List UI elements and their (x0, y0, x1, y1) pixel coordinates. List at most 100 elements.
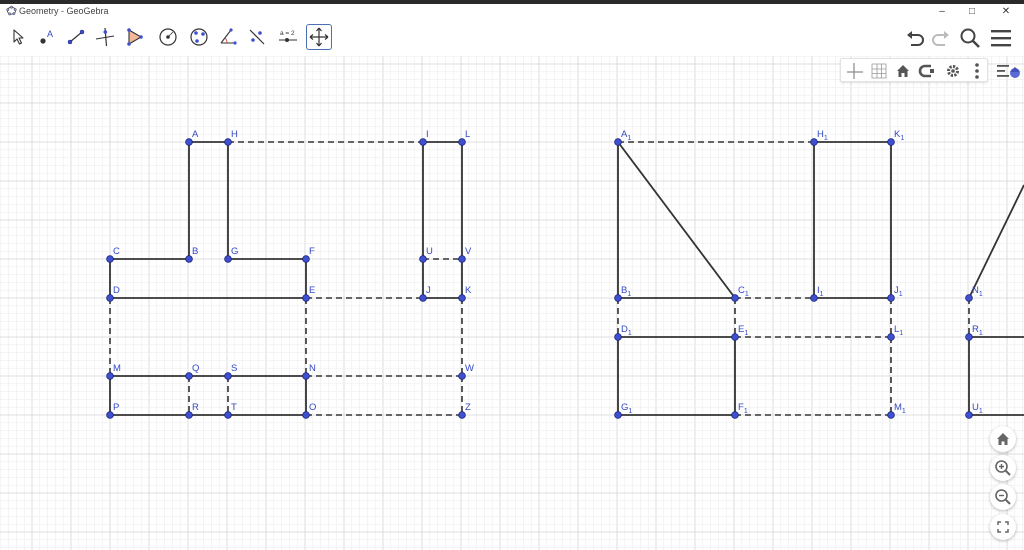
standard-view-button[interactable] (893, 61, 913, 81)
zoom-out-button[interactable] (990, 484, 1016, 510)
point-label-H1: H1 (817, 129, 828, 142)
perpendicular-line-tool-button[interactable] (92, 24, 118, 50)
fullscreen-icon (997, 521, 1009, 533)
axes-icon (847, 63, 863, 79)
toggle-style-bar-button[interactable] (994, 60, 1022, 82)
segment-N1-offscreen[interactable] (968, 184, 1024, 299)
toggle-grid-button[interactable] (869, 61, 889, 81)
minimize-button[interactable]: – (930, 5, 954, 18)
point-label-L1: L1 (894, 324, 903, 337)
move-tool-button[interactable] (5, 24, 31, 50)
point-label-subscript: 1 (902, 408, 906, 415)
main-menu-button[interactable] (988, 26, 1014, 50)
graphics-settings-button[interactable] (943, 61, 963, 81)
move-graphics-view-tool-button[interactable] (306, 24, 332, 50)
geogebra-logo-icon (6, 5, 17, 16)
point-label-R: R (192, 402, 199, 413)
circle-three-points-icon (190, 28, 208, 46)
point-label-L: L (465, 129, 470, 140)
slider-icon: a = 2 (279, 30, 297, 42)
undo-icon (907, 31, 924, 46)
point-label-subscript: 1 (627, 291, 631, 298)
point-label-O: O (309, 402, 316, 413)
perpendicular-icon (95, 27, 115, 47)
point-label-K1: K1 (894, 129, 904, 142)
angle-tool-button[interactable] (215, 24, 241, 50)
point-label-H: H (231, 129, 238, 140)
polygon-icon (127, 28, 143, 46)
more-icon (975, 63, 979, 79)
point-label-subscript: 1 (744, 408, 748, 415)
point-label-subscript: 1 (744, 330, 748, 337)
point-label-G: G (231, 246, 238, 257)
reflect-tool-button[interactable] (244, 24, 270, 50)
toggle-axes-button[interactable] (845, 61, 865, 81)
point-label-G1: G1 (621, 402, 632, 415)
menu-icon (991, 30, 1011, 47)
point-label-D1: D1 (621, 324, 632, 337)
reflect-icon (249, 29, 265, 45)
slider-tool-button[interactable]: a = 2 (275, 24, 301, 50)
point-label-subscript: 1 (745, 291, 749, 298)
standard-view-zoom-button[interactable] (990, 426, 1016, 452)
polygon-tool-button[interactable] (121, 24, 147, 50)
home-icon (997, 433, 1009, 445)
graphics-canvas[interactable]: A H I L C B G F U V D E J K M Q S N W P R T O Z A1 H1 K1 B1 C1 I1 J1 D1… (0, 56, 1024, 550)
point-label-T: T (231, 402, 237, 413)
tool-toolbar: A a = 2 (0, 20, 1024, 56)
redo-icon (932, 31, 949, 46)
window-title: Geometry - GeoGebra (19, 6, 109, 16)
zoom-in-button[interactable] (990, 455, 1016, 481)
point-label-P: P (113, 402, 119, 413)
arrow-cursor-icon (13, 29, 24, 45)
graphics-style-bar (840, 58, 988, 82)
point-label-C: C (113, 246, 120, 257)
grid (0, 56, 1024, 550)
point-label-subscript: 1 (899, 291, 903, 298)
home-icon (897, 65, 909, 77)
maximize-button[interactable]: □ (960, 5, 984, 18)
segment-icon (67, 29, 85, 45)
point-label-J1: J1 (894, 285, 903, 298)
point-label-W: W (465, 363, 474, 374)
circle-center-point-tool-button[interactable] (155, 24, 181, 50)
point-label-E: E (309, 285, 315, 296)
point-label-M: M (113, 363, 121, 374)
point-label-J: J (426, 285, 431, 296)
segment-tool-button[interactable] (63, 24, 89, 50)
point-label-I1: I1 (817, 285, 824, 298)
title-bar: Geometry - GeoGebra – □ ✕ (0, 4, 1024, 19)
search-icon (960, 28, 980, 48)
point-label-S: S (231, 363, 237, 374)
circle-icon (159, 28, 177, 46)
point-label-K: K (465, 285, 472, 296)
circle-three-points-tool-button[interactable] (186, 24, 212, 50)
point-tool-button[interactable]: A (34, 24, 60, 50)
search-button[interactable] (957, 26, 983, 50)
graphics-view[interactable]: A H I L C B G F U V D E J K M Q S N W P R T O Z A1 H1 K1 B1 C1 I1 J1 D1… (0, 56, 1024, 550)
point-label-Q: Q (192, 363, 199, 374)
more-options-button[interactable] (967, 61, 987, 81)
segments (109, 141, 1024, 416)
point-label-C1: C1 (738, 285, 749, 298)
point-label-subscript: 1 (979, 408, 983, 415)
redo-button[interactable] (928, 26, 954, 50)
point-label-I: I (426, 129, 429, 140)
point-label-B1: B1 (621, 285, 631, 298)
undo-button[interactable] (902, 26, 928, 50)
point-label-B: B (192, 246, 198, 257)
move-view-icon (309, 27, 329, 47)
zoom-in-icon (995, 460, 1011, 476)
close-button[interactable]: ✕ (994, 5, 1018, 18)
fullscreen-button[interactable] (990, 514, 1016, 540)
point-label-V: V (465, 246, 472, 257)
point-label-N1: N1 (972, 285, 983, 298)
point-label-F: F (309, 246, 315, 257)
point-tool-label: A (47, 29, 53, 39)
point-label-A: A (192, 129, 199, 140)
point-label-M1: M1 (894, 402, 906, 415)
settings-icon (947, 65, 959, 77)
point-label-A1: A1 (621, 129, 631, 142)
points: A H I L C B G F U V D E J K M Q S N W P R T O Z A1 H1 K1 B1 C1 I1 J1 D1… (106, 129, 983, 419)
point-capturing-button[interactable] (917, 61, 937, 81)
